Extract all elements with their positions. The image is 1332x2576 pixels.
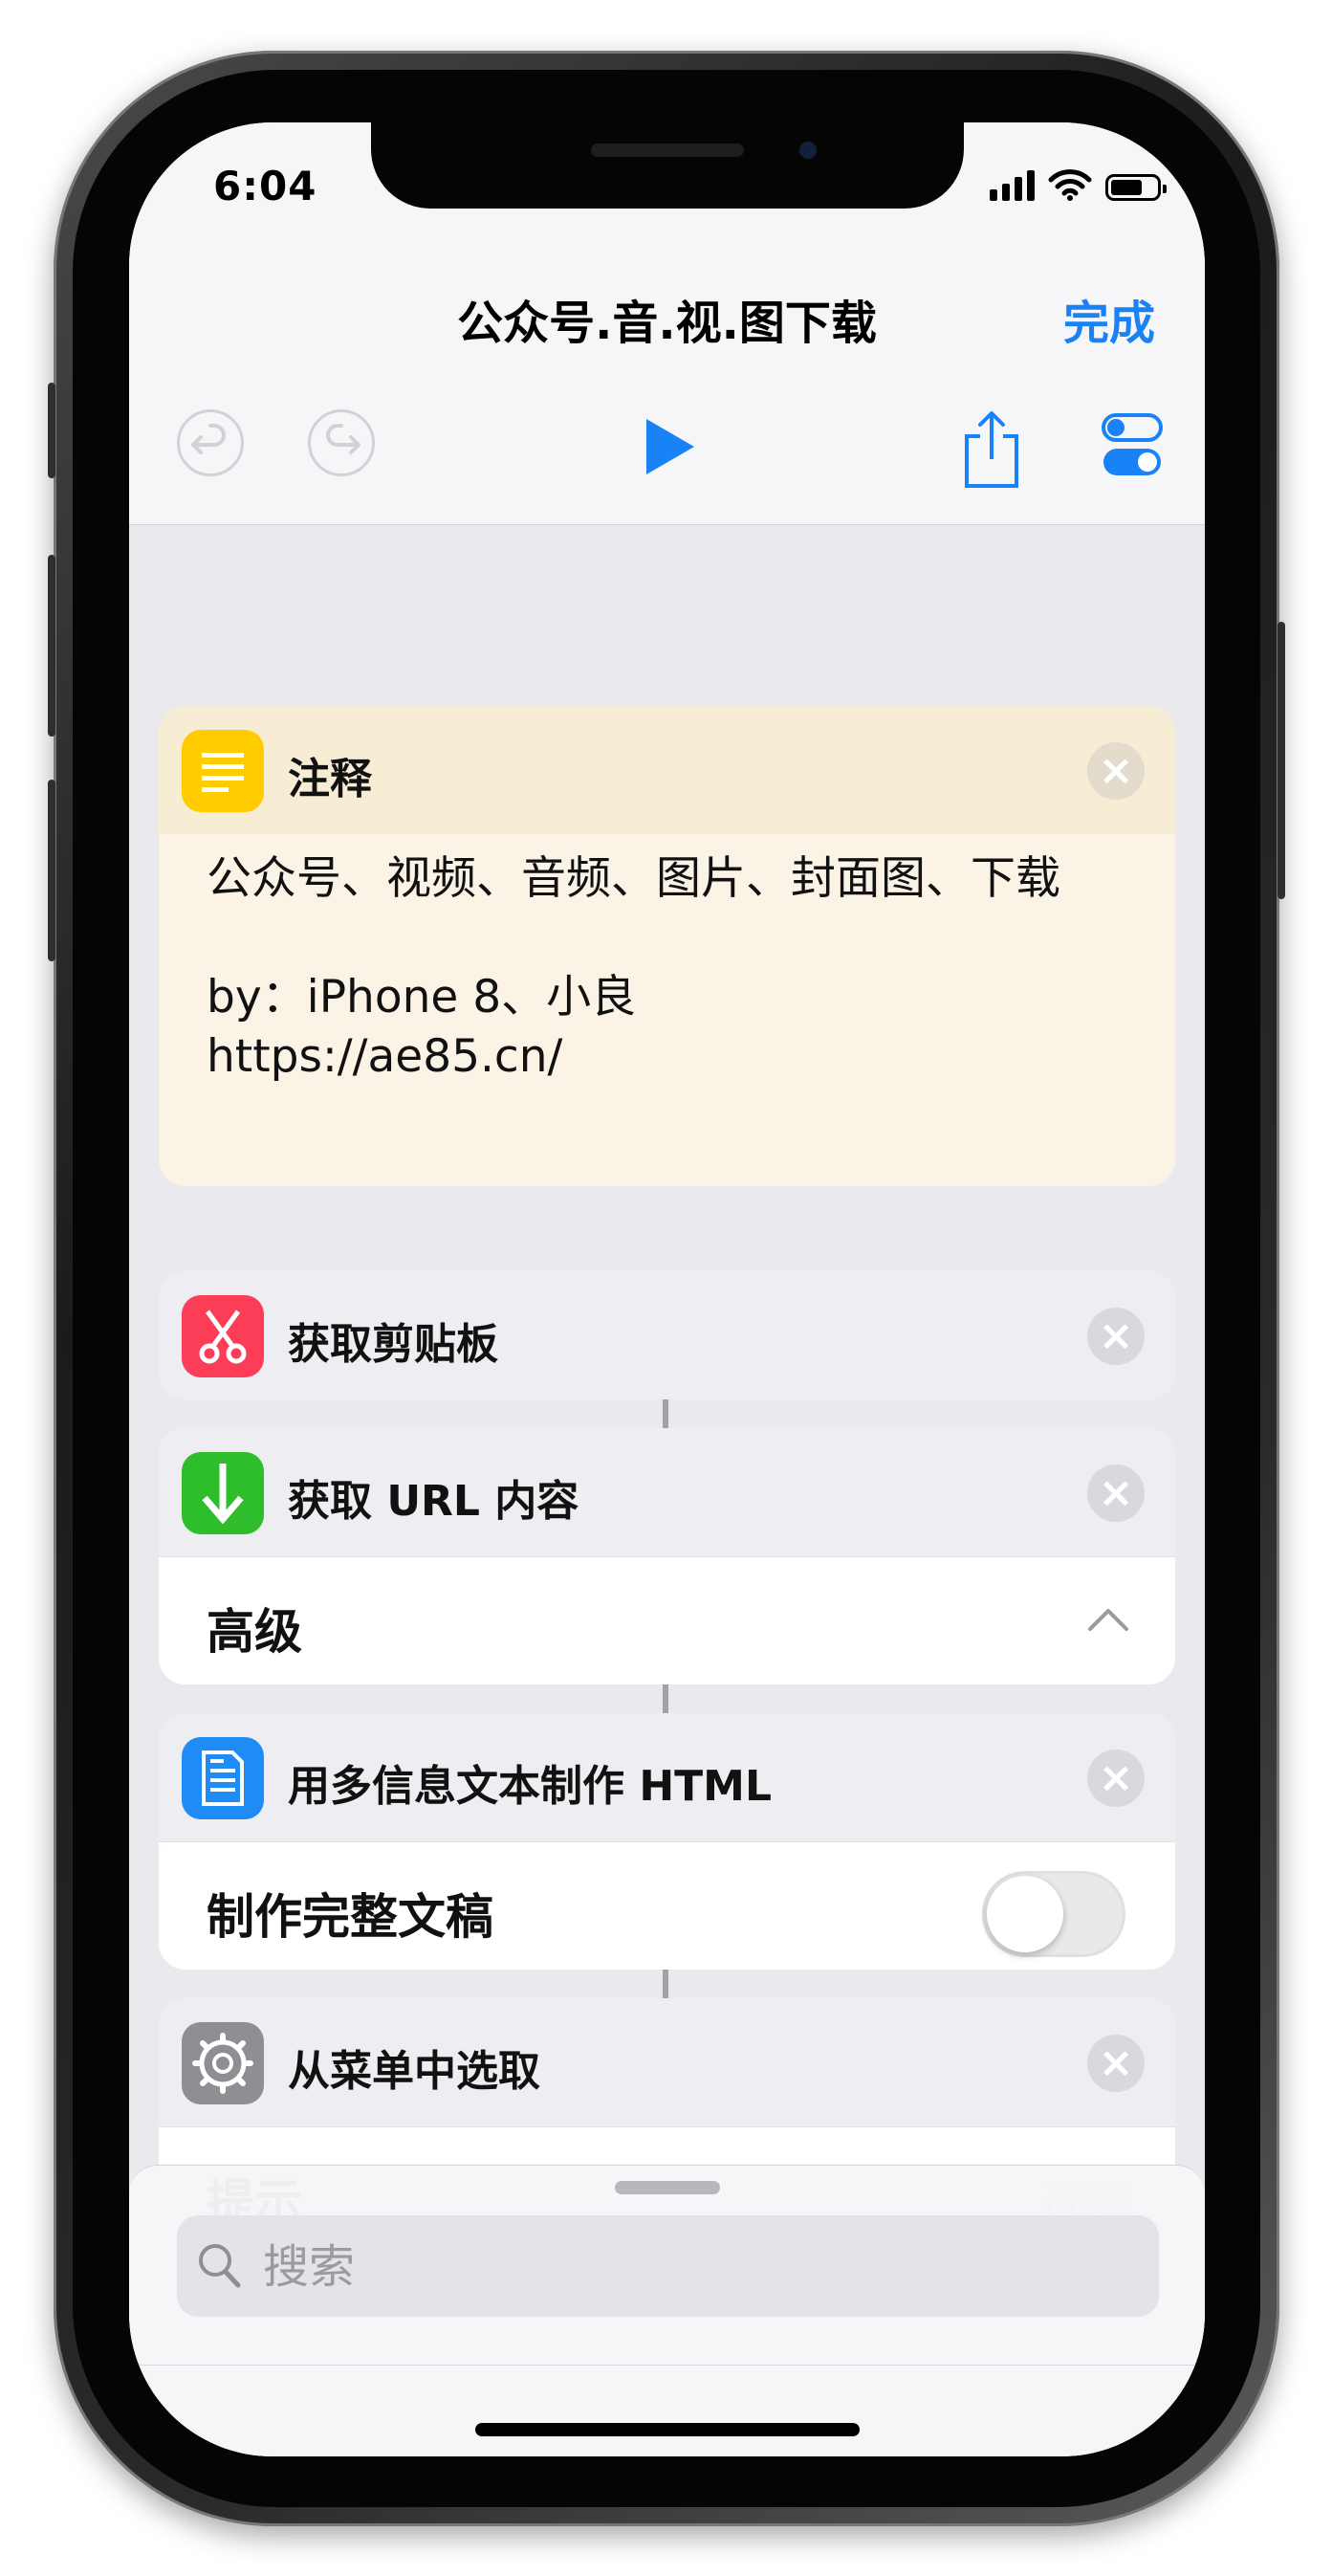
remove-action-button[interactable]: ×	[1087, 1464, 1145, 1522]
redo-icon	[326, 424, 360, 454]
close-icon: ×	[1098, 1468, 1134, 1517]
action-title: 注释	[288, 755, 372, 804]
volume-down-button	[48, 780, 55, 961]
status-time: 6:04	[213, 163, 317, 209]
card-header: 注释 ×	[159, 706, 1175, 834]
document-icon	[182, 1737, 264, 1819]
cellular-signal-icon	[990, 170, 1035, 201]
redo-button[interactable]	[308, 409, 375, 476]
make-html-action-card[interactable]: 用多信息文本制作 HTML × 制作完整文稿	[159, 1713, 1175, 1970]
divider	[129, 2365, 1205, 2366]
get-url-contents-action-card[interactable]: 获取 URL 内容 × 高级	[159, 1428, 1175, 1684]
notch	[371, 122, 964, 209]
scissors-icon	[182, 1295, 264, 1377]
search-input[interactable]	[261, 2231, 1125, 2303]
front-camera	[799, 142, 817, 159]
close-icon: ×	[1098, 2038, 1134, 2087]
play-icon[interactable]	[643, 417, 696, 476]
volume-up-button	[48, 555, 55, 737]
share-icon[interactable]	[961, 409, 1022, 490]
remove-action-button[interactable]: ×	[1087, 2035, 1145, 2092]
undo-icon	[191, 424, 226, 454]
card-header: 获取 URL 内容 ×	[159, 1428, 1175, 1556]
actions-drawer[interactable]	[129, 2165, 1205, 2456]
wifi-icon	[1048, 169, 1092, 201]
action-title: 获取 URL 内容	[288, 1477, 579, 1526]
action-title: 获取剪贴板	[288, 1320, 498, 1369]
search-field[interactable]	[177, 2215, 1159, 2317]
battery-icon	[1105, 174, 1167, 201]
comment-text[interactable]: 公众号、视频、音频、图片、封面图、下载 by：iPhone 8、小良 https…	[207, 849, 1125, 1087]
action-connector	[663, 1399, 668, 1428]
status-icons	[990, 168, 1167, 201]
advanced-label: 高级	[207, 1604, 302, 1660]
get-clipboard-action-card[interactable]: 获取剪贴板 ×	[159, 1271, 1175, 1399]
remove-action-button[interactable]: ×	[1087, 742, 1145, 800]
mute-switch	[48, 383, 55, 478]
power-button	[1277, 622, 1285, 899]
action-connector	[663, 1970, 668, 1998]
close-icon: ×	[1098, 1753, 1134, 1802]
make-full-document-toggle[interactable]	[982, 1871, 1125, 1957]
undo-button[interactable]	[177, 409, 244, 476]
card-header: 用多信息文本制作 HTML ×	[159, 1713, 1175, 1841]
close-icon: ×	[1098, 1311, 1134, 1360]
make-full-document-label: 制作完整文稿	[207, 1889, 493, 1945]
make-full-document-row: 制作完整文稿	[159, 1841, 1175, 1970]
earpiece	[591, 143, 744, 157]
action-title: 用多信息文本制作 HTML	[288, 1762, 772, 1811]
chevron-up-icon[interactable]	[1087, 1607, 1129, 1632]
done-button[interactable]: 完成	[1063, 285, 1155, 352]
gear-icon	[182, 2022, 264, 2104]
card-header: 获取剪贴板 ×	[159, 1271, 1175, 1399]
remove-action-button[interactable]: ×	[1087, 1308, 1145, 1365]
toggle-knob	[987, 1876, 1063, 1952]
screen: 6:04 公众号.音.视.图下载 完成 注释 × 公众号、视频、音频、图片、封面…	[129, 122, 1205, 2456]
card-header: 从菜单中选取 ×	[159, 1998, 1175, 2126]
comment-action-card[interactable]: 注释 × 公众号、视频、音频、图片、封面图、下载 by：iPhone 8、小良 …	[159, 706, 1175, 1186]
remove-action-button[interactable]: ×	[1087, 1750, 1145, 1807]
note-icon	[182, 730, 264, 812]
download-arrow-icon	[182, 1452, 264, 1534]
action-title: 从菜单中选取	[288, 2047, 540, 2096]
page-title: 公众号.音.视.图下载	[457, 297, 877, 350]
search-icon	[199, 2244, 241, 2288]
home-indicator[interactable]	[475, 2423, 860, 2436]
drawer-grabber[interactable]	[615, 2181, 720, 2194]
close-icon: ×	[1098, 746, 1134, 795]
settings-toggles-icon[interactable]	[1101, 412, 1164, 477]
advanced-row[interactable]: 高级	[159, 1556, 1175, 1684]
action-connector	[663, 1684, 668, 1713]
